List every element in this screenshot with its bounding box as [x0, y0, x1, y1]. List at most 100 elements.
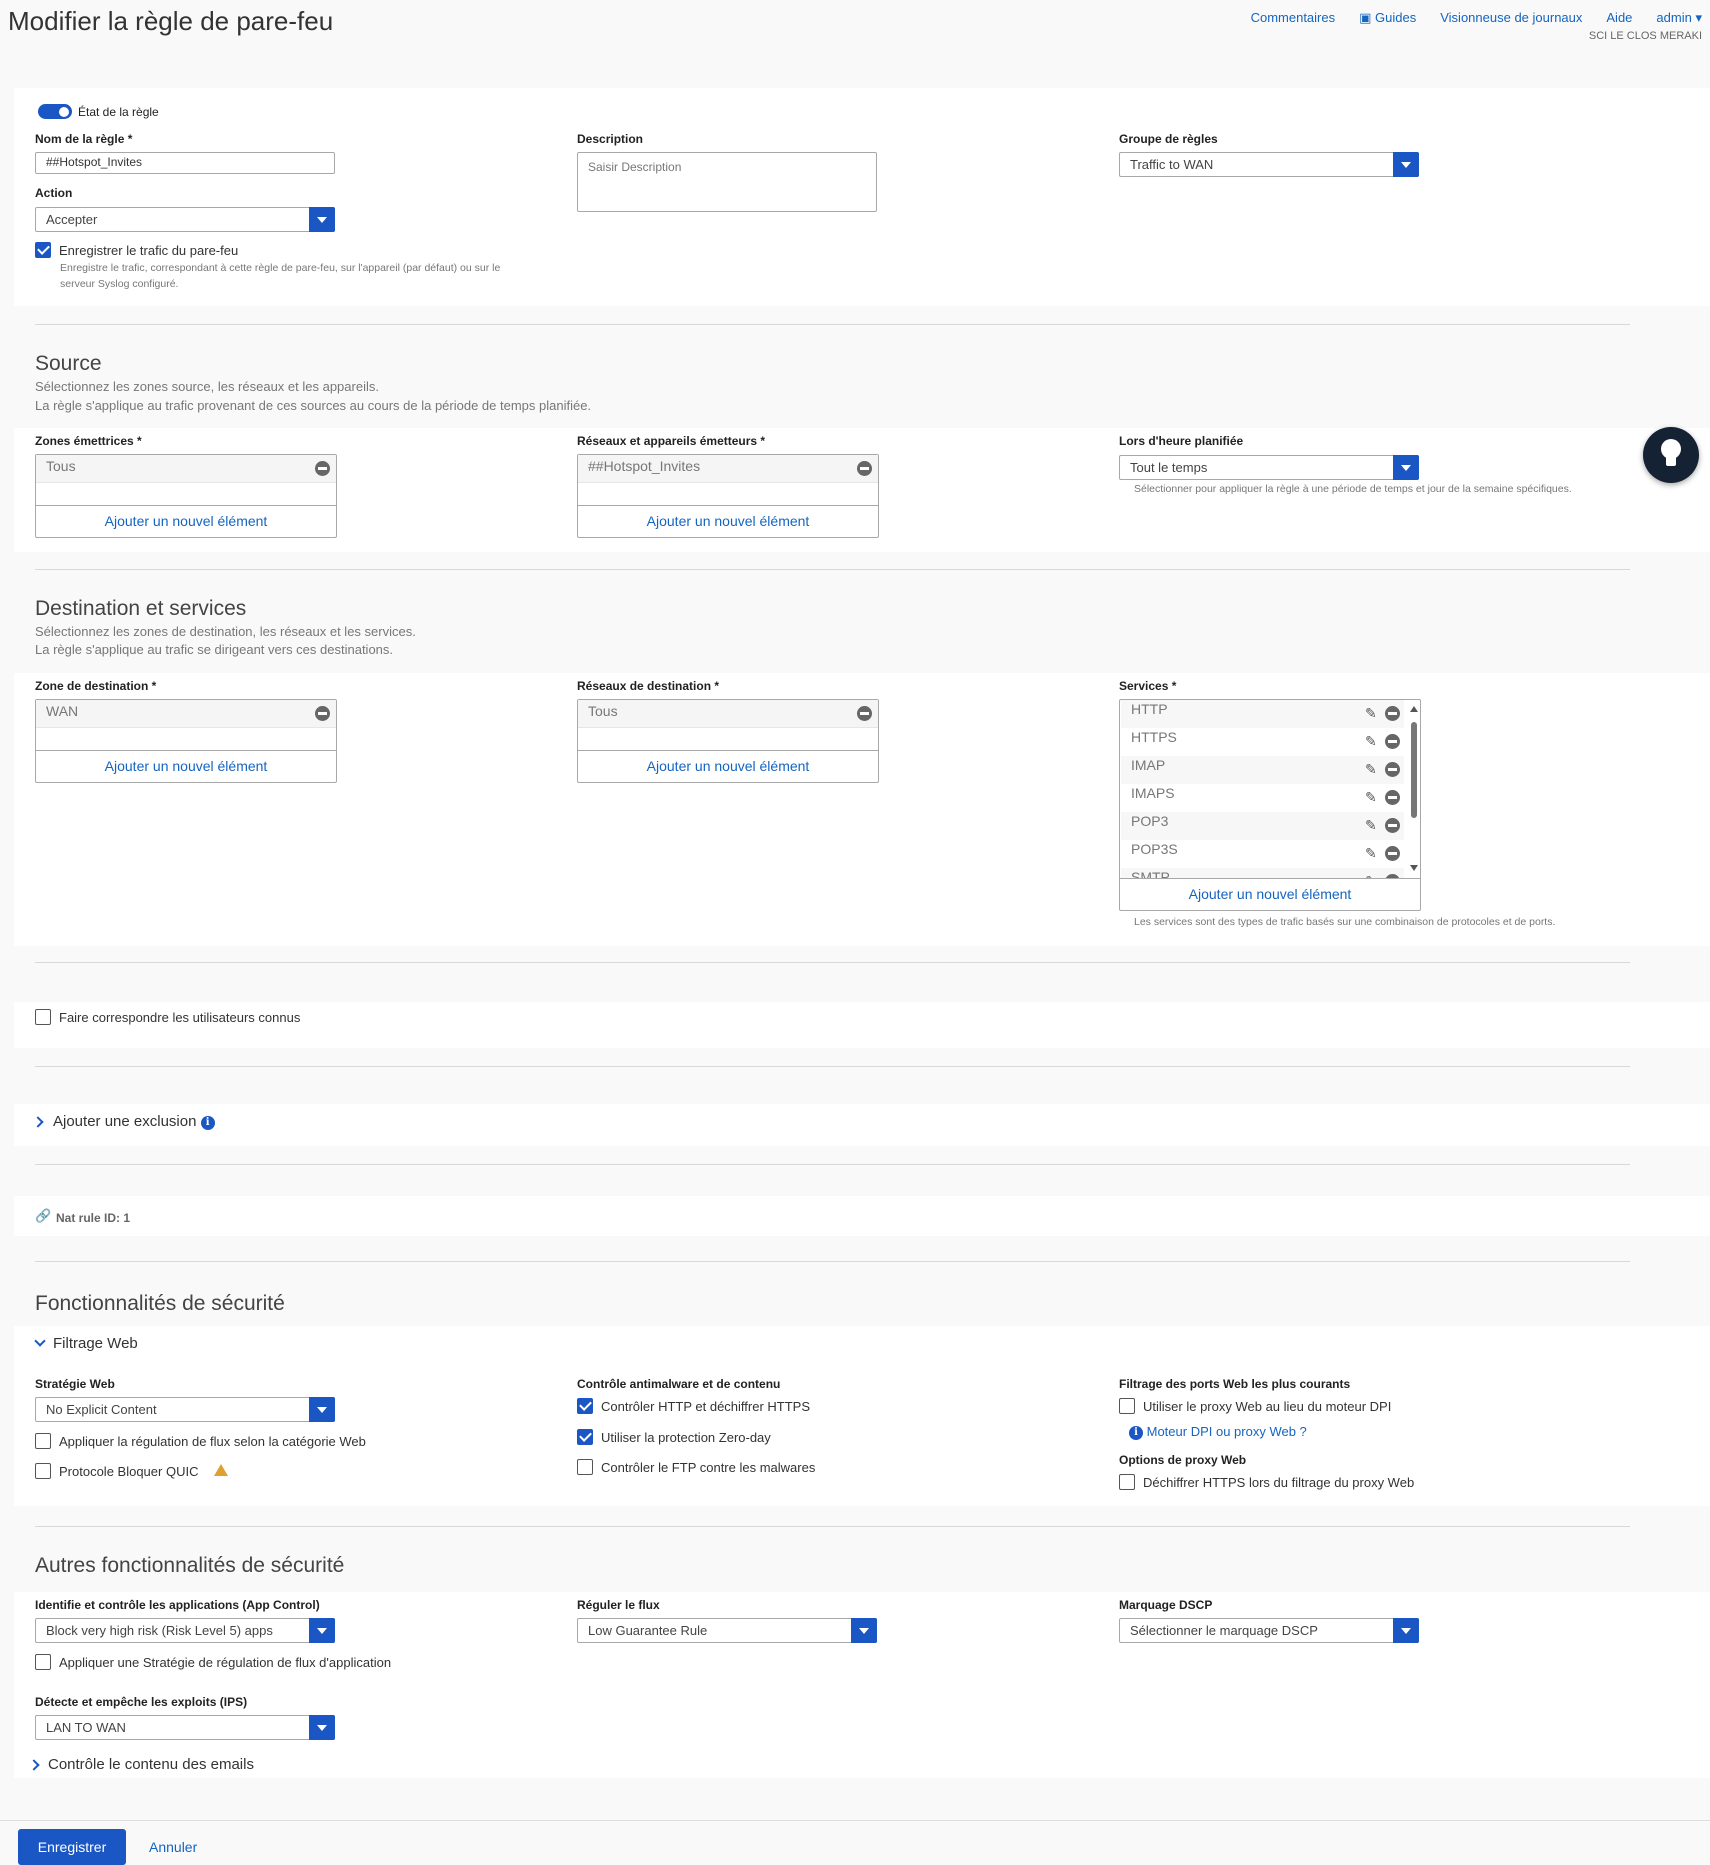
schedule-select[interactable]: Tout le temps	[1119, 455, 1419, 480]
save-button[interactable]: Enregistrer	[18, 1829, 126, 1865]
app-qos-checkbox[interactable]	[35, 1654, 51, 1670]
source-networks-list: ##Hotspot_Invites Ajouter un nouvel élém…	[577, 454, 879, 538]
web-filter-toggle[interactable]: Filtrage Web	[53, 1335, 138, 1352]
ips-label: Détecte et empêche les exploits (IPS)	[35, 1695, 248, 1709]
users-panel	[14, 1002, 1710, 1048]
admin-menu[interactable]: admin ▾	[1656, 10, 1702, 26]
app-qos-label: Appliquer une Stratégie de régulation de…	[59, 1655, 392, 1670]
pencil-icon[interactable]: ✎	[1365, 734, 1380, 749]
qos-select[interactable]: Low Guarantee Rule	[577, 1618, 877, 1643]
help-link[interactable]: Aide	[1606, 10, 1632, 26]
action-select[interactable]: Accepter	[35, 207, 335, 232]
pencil-icon[interactable]: ✎	[1365, 762, 1380, 777]
ftp-scan-checkbox[interactable]	[577, 1459, 593, 1475]
guides-link[interactable]: ▣ Guides	[1359, 10, 1416, 26]
match-users-label: Faire correspondre les utilisateurs conn…	[59, 1010, 301, 1025]
minus-circle-icon[interactable]	[1385, 790, 1400, 805]
zero-day-checkbox[interactable]	[577, 1429, 593, 1445]
pencil-icon[interactable]: ✎	[1365, 706, 1380, 721]
add-exclusion-toggle[interactable]: Ajouter une exclusion i	[53, 1113, 215, 1130]
divider	[35, 569, 1630, 570]
list-item: ##Hotspot_Invites	[578, 455, 878, 483]
destination-zone-label: Zone de destination *	[35, 679, 157, 693]
minus-circle-icon[interactable]	[857, 706, 872, 721]
rule-state-toggle[interactable]	[38, 104, 72, 119]
divider	[35, 1066, 1630, 1067]
page-title: Modifier la règle de pare-feu	[8, 6, 334, 36]
source-desc-1: Sélectionnez les zones source, les résea…	[35, 379, 379, 394]
divider	[35, 962, 1630, 963]
source-zones-list: Tous Ajouter un nouvel élément	[35, 454, 337, 538]
services-scrollbar[interactable]	[1411, 722, 1417, 818]
use-proxy-checkbox[interactable]	[1119, 1398, 1135, 1414]
rule-name-input[interactable]: ##Hotspot_Invites	[35, 152, 335, 174]
web-policy-select[interactable]: No Explicit Content	[35, 1397, 335, 1422]
web-qos-checkbox[interactable]	[35, 1433, 51, 1449]
lightbulb-help-button[interactable]	[1643, 427, 1699, 483]
ports-filter-label: Filtrage des ports Web les plus courants	[1119, 1377, 1351, 1391]
scroll-down-arrow[interactable]	[1410, 865, 1418, 871]
dpi-proxy-link[interactable]: i Moteur DPI ou proxy Web ?	[1129, 1424, 1307, 1440]
log-viewer-link[interactable]: Visionneuse de journaux	[1440, 10, 1582, 26]
pencil-icon[interactable]: ✎	[1365, 790, 1380, 805]
scroll-up-arrow[interactable]	[1410, 706, 1418, 712]
services-add-button[interactable]: Ajouter un nouvel élément	[1120, 878, 1420, 910]
minus-circle-icon[interactable]	[1385, 818, 1400, 833]
minus-circle-icon[interactable]	[1385, 762, 1400, 777]
ips-select[interactable]: LAN TO WAN	[35, 1715, 335, 1740]
services-list: HTTP ✎ HTTPS ✎ IMAP ✎ IMAPS ✎ POP3 ✎ POP3S ✎ S…	[1119, 699, 1421, 911]
app-control-label: Identifie et contrôle les applications (…	[35, 1598, 320, 1612]
cancel-button[interactable]: Annuler	[149, 1839, 197, 1855]
info-icon[interactable]: i	[200, 1116, 215, 1130]
pencil-icon[interactable]: ✎	[1365, 818, 1380, 833]
divider	[35, 1526, 1630, 1527]
video-camera-icon: ▣	[1359, 10, 1372, 25]
link-icon: 🔗	[35, 1208, 52, 1223]
services-scroll-area[interactable]: HTTP ✎ HTTPS ✎ IMAP ✎ IMAPS ✎ POP3 ✎ POP3S ✎ S…	[1120, 700, 1420, 878]
app-control-select[interactable]: Block very high risk (Risk Level 5) apps	[35, 1618, 335, 1643]
divider	[35, 1261, 1630, 1262]
warning-icon	[214, 1464, 228, 1476]
chevron-down-icon	[309, 1397, 335, 1422]
rule-state-label: État de la règle	[78, 105, 159, 119]
other-security-title: Autres fonctionnalités de sécurité	[35, 1554, 345, 1577]
decrypt-https-checkbox[interactable]	[1119, 1474, 1135, 1490]
list-item: Tous	[578, 700, 878, 728]
rule-group-select[interactable]: Traffic to WAN	[1119, 152, 1419, 177]
minus-circle-icon[interactable]	[315, 706, 330, 721]
nat-rule-id[interactable]: Nat rule ID: 1	[56, 1211, 130, 1225]
minus-circle-icon[interactable]	[1385, 846, 1400, 861]
minus-circle-icon[interactable]	[857, 461, 872, 476]
chevron-down-icon: ▾	[1695, 10, 1702, 25]
qos-label: Réguler le flux	[577, 1598, 660, 1612]
dscp-select[interactable]: Sélectionner le marquage DSCP	[1119, 1618, 1419, 1643]
minus-circle-icon[interactable]	[1385, 706, 1400, 721]
log-hint-line-2: serveur Syslog configuré.	[60, 278, 179, 290]
web-policy-label: Stratégie Web	[35, 1377, 115, 1391]
log-traffic-checkbox[interactable]	[35, 242, 51, 258]
pencil-icon[interactable]: ✎	[1365, 846, 1380, 861]
source-networks-add-button[interactable]: Ajouter un nouvel élément	[578, 505, 878, 537]
quic-checkbox[interactable]	[35, 1463, 51, 1479]
minus-circle-icon[interactable]	[1385, 734, 1400, 749]
top-navigation: Commentaires ▣ Guides Visionneuse de jou…	[1251, 10, 1702, 26]
ftp-scan-label: Contrôler le FTP contre les malwares	[601, 1460, 816, 1475]
match-users-checkbox[interactable]	[35, 1009, 51, 1025]
destination-networks-add-button[interactable]: Ajouter un nouvel élément	[578, 750, 878, 782]
description-textarea[interactable]: Saisir Description	[577, 152, 877, 212]
footer-divider	[0, 1820, 1710, 1821]
email-control-toggle[interactable]: Contrôle le contenu des emails	[48, 1756, 254, 1773]
security-title: Fonctionnalités de sécurité	[35, 1292, 285, 1315]
nat-panel	[14, 1196, 1710, 1236]
log-traffic-label: Enregistrer le trafic du pare-feu	[59, 243, 239, 258]
divider	[35, 324, 1630, 325]
info-icon: i	[1129, 1426, 1143, 1440]
comments-link[interactable]: Commentaires	[1251, 10, 1336, 26]
destination-zone-add-button[interactable]: Ajouter un nouvel élément	[36, 750, 336, 782]
source-zones-add-button[interactable]: Ajouter un nouvel élément	[36, 505, 336, 537]
proxy-options-label: Options de proxy Web	[1119, 1453, 1247, 1467]
destination-desc-1: Sélectionnez les zones de destination, l…	[35, 624, 416, 639]
source-desc-2: La règle s'applique au trafic provenant …	[35, 398, 592, 413]
https-scan-checkbox[interactable]	[577, 1398, 593, 1414]
minus-circle-icon[interactable]	[315, 461, 330, 476]
